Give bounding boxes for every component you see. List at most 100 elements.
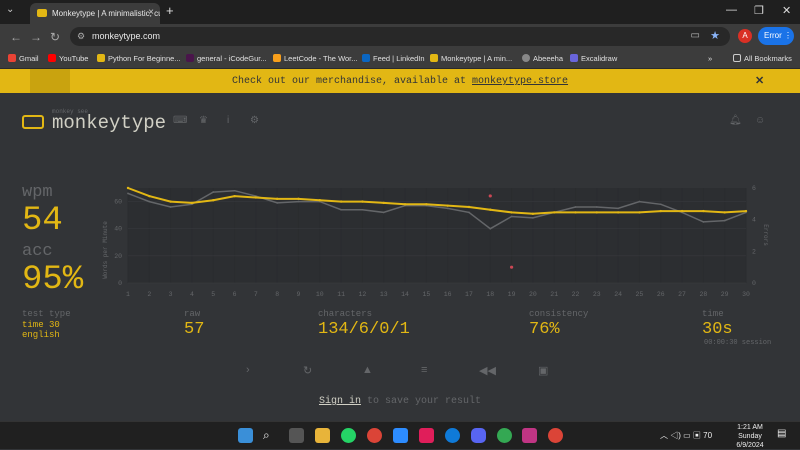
y-tick-label: 20 — [114, 253, 122, 260]
notifications-icon[interactable]: ▤ — [777, 428, 792, 443]
start-icon[interactable] — [238, 428, 253, 443]
error-point — [488, 194, 492, 198]
widgets-icon[interactable] — [289, 428, 304, 443]
discord-icon[interactable] — [471, 428, 486, 443]
x-tick-label: 30 — [742, 291, 750, 298]
maximize-icon[interactable]: ❐ — [754, 4, 764, 17]
wpm-line-point — [595, 211, 599, 214]
raw-wpm-line-point — [595, 206, 598, 208]
error-button[interactable]: Error ⋮ — [758, 27, 794, 45]
raw-wpm-line-point — [297, 200, 300, 203]
zoom-icon[interactable] — [393, 428, 408, 443]
info-icon[interactable]: i — [227, 116, 237, 126]
url-input[interactable]: ⚙ monkeytype.com ▭ ★ — [70, 27, 730, 46]
raw-wpm-line-point — [169, 206, 172, 208]
browser-tab[interactable]: Monkeytype | A minimalistic, cu × — [30, 3, 160, 24]
restart-icon[interactable]: ↻ — [303, 364, 312, 377]
bookmark-linkedin[interactable]: Feed | LinkedIn — [362, 54, 425, 63]
wpm-line-point — [744, 209, 748, 213]
bookmark-monkeytype[interactable]: Monkeytype | A min... — [430, 54, 512, 63]
search-icon[interactable]: ⌕ — [263, 428, 278, 443]
bookmark-excalidraw[interactable]: Excalidraw — [570, 54, 617, 63]
more-bookmarks-icon[interactable]: » — [708, 54, 712, 63]
bookmark-slack[interactable]: general - iCodeGur... — [186, 54, 267, 63]
chrome-active-icon[interactable] — [548, 428, 563, 443]
x-tick-label: 8 — [275, 291, 279, 298]
bookmark-youtube[interactable]: YouTube — [48, 54, 88, 63]
replay-icon[interactable]: ◀◀ — [479, 364, 496, 377]
notifications-bell-icon[interactable]: 🔔︎ — [729, 116, 742, 126]
wpm-line-point — [339, 200, 343, 203]
profile-avatar[interactable]: A — [738, 29, 752, 43]
wpm-line-point — [382, 201, 385, 205]
wpm-line-point — [190, 201, 194, 205]
new-tab-icon[interactable]: + — [166, 3, 174, 18]
close-window-icon[interactable]: ✕ — [782, 4, 791, 17]
file-explorer-icon[interactable] — [315, 428, 330, 443]
word-history-icon[interactable]: ≡ — [421, 364, 427, 376]
close-banner-icon[interactable]: ✕ — [755, 69, 764, 93]
reload-icon[interactable]: ↻ — [50, 30, 60, 44]
minimize-icon[interactable]: — — [726, 4, 737, 16]
settings-gear-icon[interactable]: ⚙ — [250, 116, 260, 126]
keyboard-icon[interactable]: ⌨ — [173, 116, 187, 126]
slack-icon[interactable] — [419, 428, 434, 443]
account-user-icon[interactable]: ☺ — [755, 116, 765, 126]
back-icon[interactable]: ← — [10, 30, 22, 44]
wpm-line-point — [233, 194, 236, 198]
raw-wpm-line-point — [617, 207, 620, 210]
instagram-icon[interactable] — [522, 428, 537, 443]
whatsapp-icon[interactable] — [341, 428, 356, 443]
wpm-line-point — [489, 208, 492, 211]
x-tick-label: 9 — [297, 291, 301, 298]
bookmark-star-icon[interactable]: ★ — [710, 29, 720, 42]
wpm-line-point — [403, 203, 407, 206]
browser-tabbar: ⌄ Monkeytype | A minimalistic, cu × + — … — [0, 0, 800, 24]
bookmark-github[interactable]: Abeeeha — [522, 54, 563, 63]
bookmark-python[interactable]: Python For Beginne... — [97, 54, 181, 63]
bookmark-label: LeetCode - The Wor... — [284, 54, 358, 63]
raw-wpm-line-point — [148, 200, 151, 203]
x-tick-label: 27 — [678, 291, 686, 298]
wpm-label: wpm — [22, 183, 53, 202]
system-tray[interactable]: ︿ ◁) ▭ ▣ 70 — [660, 430, 712, 441]
forward-icon[interactable]: → — [30, 30, 42, 44]
chrome-profile-icon[interactable] — [497, 428, 512, 443]
wpm-line-point — [531, 212, 535, 215]
wpm-line-point — [467, 205, 471, 209]
x-tick-label: 4 — [190, 291, 194, 298]
close-tab-icon[interactable]: × — [148, 7, 154, 18]
signin-link[interactable]: Sign in — [319, 396, 361, 407]
merch-link[interactable]: monkeytype.store — [472, 76, 568, 87]
screenshot-icon[interactable]: ▣ — [538, 364, 548, 377]
clock-time: 1:21 AM — [737, 424, 763, 431]
edge-icon[interactable] — [445, 428, 460, 443]
bookmark-leetcode[interactable]: LeetCode - The Wor... — [273, 54, 358, 63]
brand-name: monkeytype — [52, 112, 167, 134]
clock[interactable]: 1:21 AM Sunday 6/9/2024 — [730, 423, 770, 450]
raw-wpm-line-point — [659, 203, 662, 206]
wpm-line-point — [616, 211, 620, 214]
signin-prompt: Sign in to save your result — [318, 396, 482, 407]
cast-icon[interactable]: ▭ — [691, 30, 700, 41]
bookmark-label: Python For Beginne... — [108, 54, 181, 63]
x-tick-label: 10 — [316, 291, 324, 298]
all-bookmarks[interactable]: All Bookmarks — [733, 54, 792, 63]
raw-wpm-line-point — [468, 211, 470, 214]
next-test-icon[interactable]: › — [246, 364, 250, 376]
raw-value: 57 — [184, 320, 205, 339]
crown-icon[interactable]: ♛ — [199, 116, 209, 126]
x-tick-label: 3 — [169, 291, 173, 298]
bookmark-label: general - iCodeGur... — [197, 54, 267, 63]
site-info-icon[interactable]: ⚙ — [77, 31, 85, 42]
x-tick-label: 24 — [614, 291, 622, 298]
wpm-line-point — [361, 200, 364, 203]
wpm-line-point — [126, 186, 130, 190]
bookmark-gmail[interactable]: Gmail — [8, 54, 39, 63]
chrome-icon[interactable] — [367, 428, 382, 443]
report-warning-icon[interactable]: ▲ — [362, 364, 373, 376]
raw-wpm-line-point — [702, 221, 705, 223]
tab-search-icon[interactable]: ⌄ — [6, 4, 14, 15]
test-type-line2: english — [22, 330, 60, 340]
raw-wpm-line-point — [574, 206, 577, 208]
